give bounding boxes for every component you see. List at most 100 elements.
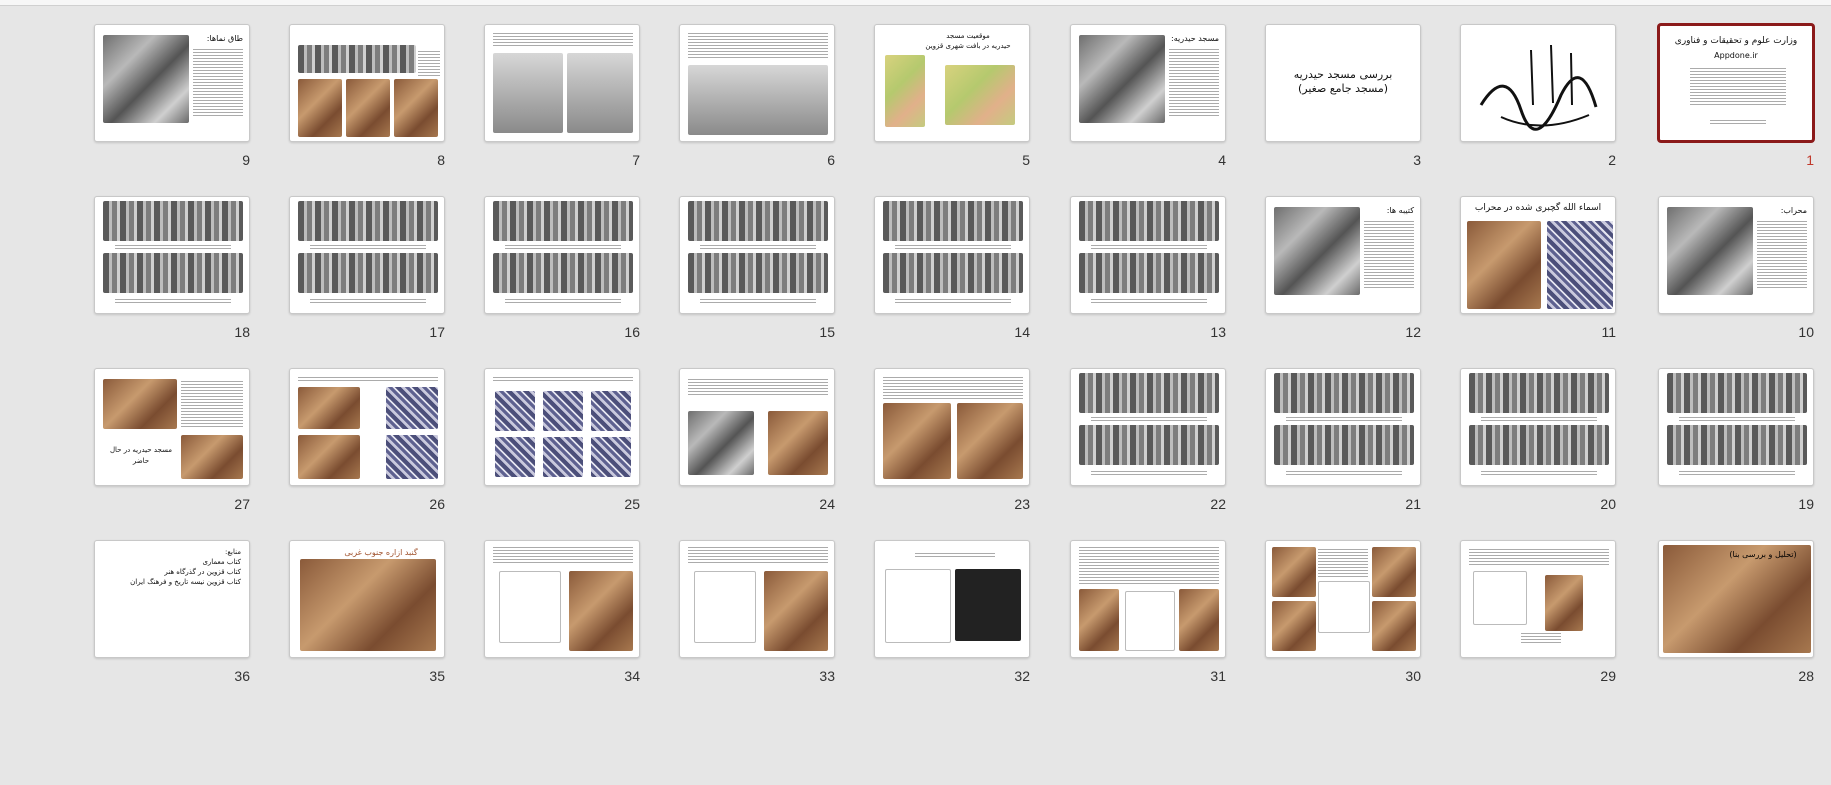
slide-thumbnail-1[interactable]: وزارت علوم و تحقیقات و فناوری Appdone.ir (1658, 24, 1814, 142)
slide-thumbnail-11[interactable]: اسماء الله گچبری شده در محراب (1460, 196, 1616, 314)
text-block (1469, 547, 1609, 567)
text-block (1521, 631, 1561, 645)
slide-thumbnail-8[interactable] (289, 24, 445, 142)
photo (1079, 589, 1119, 651)
slide-thumbnail-33[interactable] (679, 540, 835, 658)
slide-number: 5 (1022, 152, 1030, 168)
slide-thumbnail-20[interactable] (1460, 368, 1616, 486)
slide-number: 29 (1600, 668, 1616, 684)
pattern-photo (495, 391, 535, 431)
photo (1372, 547, 1416, 597)
floor-plan (885, 569, 951, 643)
slide-thumbnail-34[interactable] (484, 540, 640, 658)
inscription-photo (688, 201, 828, 241)
slide-content (485, 197, 639, 313)
slide-thumbnail-13[interactable] (1070, 196, 1226, 314)
slide-number: 11 (1601, 324, 1616, 340)
slide-thumbnail-7[interactable] (484, 24, 640, 142)
slide-thumbnail-18[interactable] (94, 196, 250, 314)
slide-number: 6 (827, 152, 835, 168)
text-block (688, 545, 828, 565)
slide-content (485, 369, 639, 485)
text-block (310, 243, 426, 249)
slide-number: 24 (819, 496, 835, 512)
photo-caption: مسجد حیدریه در حال حاضر (109, 446, 173, 465)
floor-plan-photo (955, 569, 1021, 641)
text-block (700, 243, 816, 249)
slide-thumbnail-24[interactable] (679, 368, 835, 486)
slide-thumbnail-17[interactable] (289, 196, 445, 314)
slide-thumbnail-2[interactable] (1460, 24, 1616, 142)
inscription-photo (1079, 201, 1219, 241)
text-block (1679, 415, 1795, 421)
slide-thumbnail-30[interactable] (1265, 540, 1421, 658)
slide-thumbnail-35[interactable]: گنبد ازاره جنوب غربی (289, 540, 445, 658)
calligraphy-graphic (1479, 44, 1598, 131)
slide-thumbnail-25[interactable] (484, 368, 640, 486)
text-block (115, 297, 231, 303)
slide-thumbnail-14[interactable] (874, 196, 1030, 314)
text-block (1091, 243, 1207, 249)
slide-thumbnail-6[interactable] (679, 24, 835, 142)
map-image (945, 65, 1015, 125)
slide-thumbnail-27[interactable]: مسجد حیدریه در حال حاضر (94, 368, 250, 486)
slide-thumbnail-29[interactable] (1460, 540, 1616, 658)
slide-content (680, 197, 834, 313)
pattern-photo (386, 435, 438, 479)
slide-content (1071, 369, 1225, 485)
slide-thumbnail-31[interactable] (1070, 540, 1226, 658)
slide-content: مسجد حیدریه: (1071, 25, 1225, 141)
slide-thumbnail-15[interactable] (679, 196, 835, 314)
slide-thumbnail-28[interactable]: (تحلیل و بررسی بنا) (1658, 540, 1814, 658)
slide-thumbnail-32[interactable] (874, 540, 1030, 658)
slide-thumbnail-19[interactable] (1658, 368, 1814, 486)
slide-thumbnail-23[interactable] (874, 368, 1030, 486)
inscription-photo (688, 253, 828, 293)
slide-thumbnail-22[interactable] (1070, 368, 1226, 486)
text-block (1286, 469, 1402, 475)
slide-content (485, 25, 639, 141)
slide-thumbnail-10[interactable]: محراب: (1658, 196, 1814, 314)
slide-thumbnail-16[interactable] (484, 196, 640, 314)
slide-heading: (تحلیل و بررسی بنا) (1729, 550, 1797, 559)
slide-content: کتیبه ها: (1266, 197, 1420, 313)
photo (298, 387, 360, 429)
slide-number: 8 (437, 152, 445, 168)
slide-number: 21 (1405, 496, 1421, 512)
slide-number: 1 (1806, 152, 1814, 168)
text-block (493, 31, 633, 47)
slide-heading: گنبد ازاره جنوب غربی (344, 548, 418, 557)
photo (688, 411, 754, 475)
slide-thumbnail-26[interactable] (289, 368, 445, 486)
slide-thumbnail-9[interactable]: طاق نماها: (94, 24, 250, 142)
text-block (688, 31, 828, 59)
photo (298, 435, 360, 479)
slide-thumbnail-4[interactable]: مسجد حیدریه: (1070, 24, 1226, 142)
slide-number: 18 (234, 324, 250, 340)
inscription-photo (103, 253, 243, 293)
slide-content: منابع: کتاب معماری کتاب قزوین در گذرگاه هن… (95, 541, 249, 657)
floor-plan (499, 571, 561, 643)
photo (1372, 601, 1416, 651)
slide-thumbnail-21[interactable] (1265, 368, 1421, 486)
slide-thumbnail-36[interactable]: منابع: کتاب معماری کتاب قزوین در گذرگاه هن… (94, 540, 250, 658)
photo (1272, 547, 1316, 597)
slide-thumbnail-12[interactable]: کتیبه ها: (1265, 196, 1421, 314)
floor-plan (1318, 581, 1370, 633)
slide-thumbnail-5[interactable]: موقعیت مسجد حیدریه در بافت شهری قزوین (874, 24, 1030, 142)
photo (493, 53, 563, 133)
slide-number: 31 (1210, 668, 1226, 684)
text-block (1481, 469, 1597, 475)
photo (1272, 601, 1316, 651)
text-block (1169, 47, 1219, 117)
photo (1467, 221, 1541, 309)
photo (298, 79, 342, 137)
inscription-photo (493, 201, 633, 241)
slide-content: وزارت علوم و تحقیقات و فناوری Appdone.ir (1660, 26, 1812, 140)
inscription-photo (1667, 373, 1807, 413)
slide-heading: طاق نماها: (206, 34, 243, 43)
slide-thumbnail-3[interactable]: بررسی مسجد حیدریه (مسجد جامع صغیر) (1265, 24, 1421, 142)
slide-number: 17 (429, 324, 445, 340)
map-image (885, 55, 925, 127)
slide-title-line: Appdone.ir (1714, 51, 1758, 60)
